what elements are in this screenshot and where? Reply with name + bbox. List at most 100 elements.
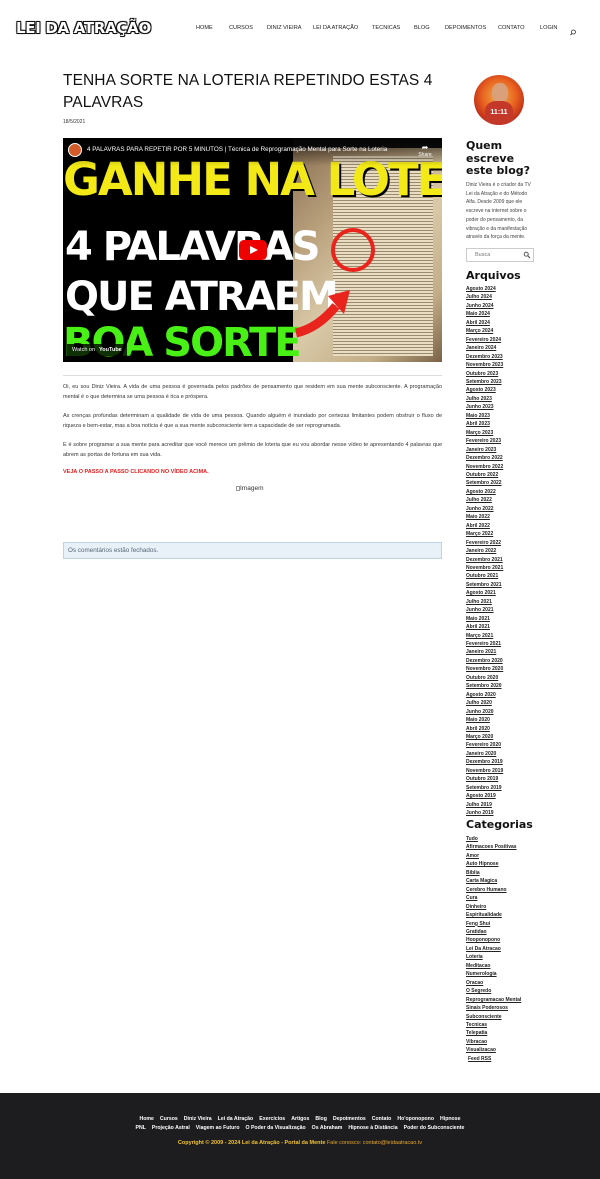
nav-item-cursos[interactable]: Cursos bbox=[229, 25, 253, 31]
archive-link[interactable]: Outubro 2019 bbox=[466, 775, 503, 783]
category-link[interactable]: Cura bbox=[466, 894, 521, 902]
category-link[interactable]: Gratidao bbox=[466, 928, 521, 936]
archive-link[interactable]: Julho 2022 bbox=[466, 496, 503, 504]
archive-link[interactable]: Abril 2022 bbox=[466, 522, 503, 530]
search-icon[interactable] bbox=[568, 25, 578, 36]
archive-link[interactable]: Novembro 2023 bbox=[466, 361, 503, 369]
archive-link[interactable]: Março 2021 bbox=[466, 632, 503, 640]
archive-link[interactable]: Julho 2019 bbox=[466, 801, 503, 809]
category-link[interactable]: Espiritualidade bbox=[466, 911, 521, 919]
video-embed[interactable]: GANHE NA LOTERIA 4 PALAVRAS QUE ATRAEM B… bbox=[63, 138, 442, 362]
archive-link[interactable]: Junho 2021 bbox=[466, 606, 503, 614]
archive-link[interactable]: Junho 2024 bbox=[466, 302, 503, 310]
category-link[interactable]: Meditacao bbox=[466, 962, 521, 970]
archive-link[interactable]: Maio 2021 bbox=[466, 615, 503, 623]
category-link[interactable]: Sinais Poderosos bbox=[466, 1004, 521, 1012]
archive-link[interactable]: Junho 2023 bbox=[466, 403, 503, 411]
nav-item-lei-da-atracao[interactable]: Lei da Atração bbox=[313, 25, 358, 31]
footer-link[interactable]: Os Abraham bbox=[312, 1125, 343, 1131]
archive-link[interactable]: Junho 2020 bbox=[466, 708, 503, 716]
archive-link[interactable]: Março 2024 bbox=[466, 327, 503, 335]
archive-link[interactable]: Julho 2021 bbox=[466, 598, 503, 606]
archive-link[interactable]: Junho 2022 bbox=[466, 505, 503, 513]
watch-on-youtube-button[interactable]: Watch on YouTube bbox=[67, 344, 127, 356]
archive-link[interactable]: Dezembro 2019 bbox=[466, 758, 503, 766]
archive-link[interactable]: Fevereiro 2022 bbox=[466, 539, 503, 547]
footer-link[interactable]: Blog bbox=[315, 1116, 327, 1122]
rss-feed-link[interactable]: Feed RSS bbox=[468, 1056, 491, 1062]
archive-link[interactable]: Agosto 2021 bbox=[466, 589, 503, 597]
category-link[interactable]: Vibracao bbox=[466, 1038, 521, 1046]
archive-link[interactable]: Agosto 2020 bbox=[466, 691, 503, 699]
archive-link[interactable]: Novembro 2021 bbox=[466, 564, 503, 572]
archive-link[interactable]: Dezembro 2021 bbox=[466, 556, 503, 564]
contact-email-link[interactable]: Fale conosco: contato@leidaatracao.tv bbox=[327, 1140, 422, 1146]
video-title[interactable]: 4 PALAVRAS PARA REPETIR POR 5 MINUTOS | … bbox=[87, 146, 402, 153]
archive-link[interactable]: Dezembro 2022 bbox=[466, 454, 503, 462]
footer-link[interactable]: Lei da Atração bbox=[218, 1116, 254, 1122]
archive-link[interactable]: Abril 2020 bbox=[466, 725, 503, 733]
archive-link[interactable]: Janeiro 2021 bbox=[466, 648, 503, 656]
category-link[interactable]: Hooponopono bbox=[466, 936, 521, 944]
archive-link[interactable]: Março 2023 bbox=[466, 429, 503, 437]
archive-link[interactable]: Fevereiro 2023 bbox=[466, 437, 503, 445]
archive-link[interactable]: Novembro 2019 bbox=[466, 767, 503, 775]
search-input[interactable] bbox=[467, 249, 523, 261]
category-link[interactable]: Tudo bbox=[466, 835, 521, 843]
footer-link[interactable]: Diniz Vieira bbox=[184, 1116, 212, 1122]
archive-link[interactable]: Março 2022 bbox=[466, 530, 503, 538]
nav-item-tecnicas[interactable]: Tecnicas bbox=[372, 25, 400, 31]
nav-item-login[interactable]: Login bbox=[540, 25, 557, 31]
category-link[interactable]: Reprogramacao Mental bbox=[466, 996, 521, 1004]
archive-link[interactable]: Julho 2020 bbox=[466, 699, 503, 707]
category-link[interactable]: Afirmacoes Positivas bbox=[466, 843, 521, 851]
archive-link[interactable]: Maio 2024 bbox=[466, 310, 503, 318]
category-link[interactable]: Auto Hipnose bbox=[466, 860, 521, 868]
footer-link[interactable]: Cursos bbox=[160, 1116, 178, 1122]
archive-link[interactable]: Outubro 2023 bbox=[466, 370, 503, 378]
category-link[interactable]: Biblia bbox=[466, 869, 521, 877]
nav-item-home[interactable]: Home bbox=[196, 25, 213, 31]
play-button[interactable] bbox=[239, 240, 267, 260]
footer-link[interactable]: Depoimentos bbox=[333, 1116, 366, 1122]
archive-link[interactable]: Janeiro 2020 bbox=[466, 750, 503, 758]
archive-link[interactable]: Março 2020 bbox=[466, 733, 503, 741]
category-link[interactable]: Telepatia bbox=[466, 1029, 521, 1037]
archive-link[interactable]: Fevereiro 2024 bbox=[466, 336, 503, 344]
category-link[interactable]: Numerologia bbox=[466, 970, 521, 978]
category-link[interactable]: Oracao bbox=[466, 979, 521, 987]
archive-link[interactable]: Setembro 2021 bbox=[466, 581, 503, 589]
archive-link[interactable]: Junho 2019 bbox=[466, 809, 503, 817]
footer-link[interactable]: Hipnose à Distância bbox=[348, 1125, 397, 1131]
nav-item-contato[interactable]: Contato bbox=[498, 25, 524, 31]
nav-item-diniz-vieira[interactable]: Diniz Vieira bbox=[267, 25, 302, 31]
archive-link[interactable]: Setembro 2020 bbox=[466, 682, 503, 690]
category-link[interactable]: Subconsciente bbox=[466, 1013, 521, 1021]
footer-link[interactable]: Viagem ao Futuro bbox=[196, 1125, 240, 1131]
footer-link[interactable]: Contato bbox=[372, 1116, 392, 1122]
archive-link[interactable]: Janeiro 2024 bbox=[466, 344, 503, 352]
archive-link[interactable]: Setembro 2019 bbox=[466, 784, 503, 792]
archive-link[interactable]: Dezembro 2020 bbox=[466, 657, 503, 665]
category-link[interactable]: Carta Magica bbox=[466, 877, 521, 885]
category-link[interactable]: Dinheiro bbox=[466, 903, 521, 911]
archive-link[interactable]: Fevereiro 2020 bbox=[466, 741, 503, 749]
archive-link[interactable]: Setembro 2022 bbox=[466, 479, 503, 487]
archive-link[interactable]: Julho 2024 bbox=[466, 293, 503, 301]
archive-link[interactable]: Outubro 2022 bbox=[466, 471, 503, 479]
category-link[interactable]: Cerebro Humano bbox=[466, 886, 521, 894]
archive-link[interactable]: Janeiro 2023 bbox=[466, 446, 503, 454]
archive-link[interactable]: Dezembro 2023 bbox=[466, 353, 503, 361]
archive-link[interactable]: Maio 2022 bbox=[466, 513, 503, 521]
archive-link[interactable]: Outubro 2020 bbox=[466, 674, 503, 682]
category-link[interactable]: Visualizacao bbox=[466, 1046, 521, 1054]
nav-item-blog[interactable]: Blog bbox=[414, 25, 430, 31]
share-button[interactable]: ➦ Share bbox=[417, 143, 433, 158]
archive-link[interactable]: Outubro 2021 bbox=[466, 572, 503, 580]
footer-link[interactable]: Poder do Subconsciente bbox=[404, 1125, 465, 1131]
archive-link[interactable]: Maio 2023 bbox=[466, 412, 503, 420]
category-link[interactable]: Amor bbox=[466, 852, 521, 860]
footer-link[interactable]: Ho'oponopono bbox=[397, 1116, 434, 1122]
footer-link[interactable]: O Poder da Visualização bbox=[246, 1125, 306, 1131]
category-link[interactable]: Tecnicas bbox=[466, 1021, 521, 1029]
